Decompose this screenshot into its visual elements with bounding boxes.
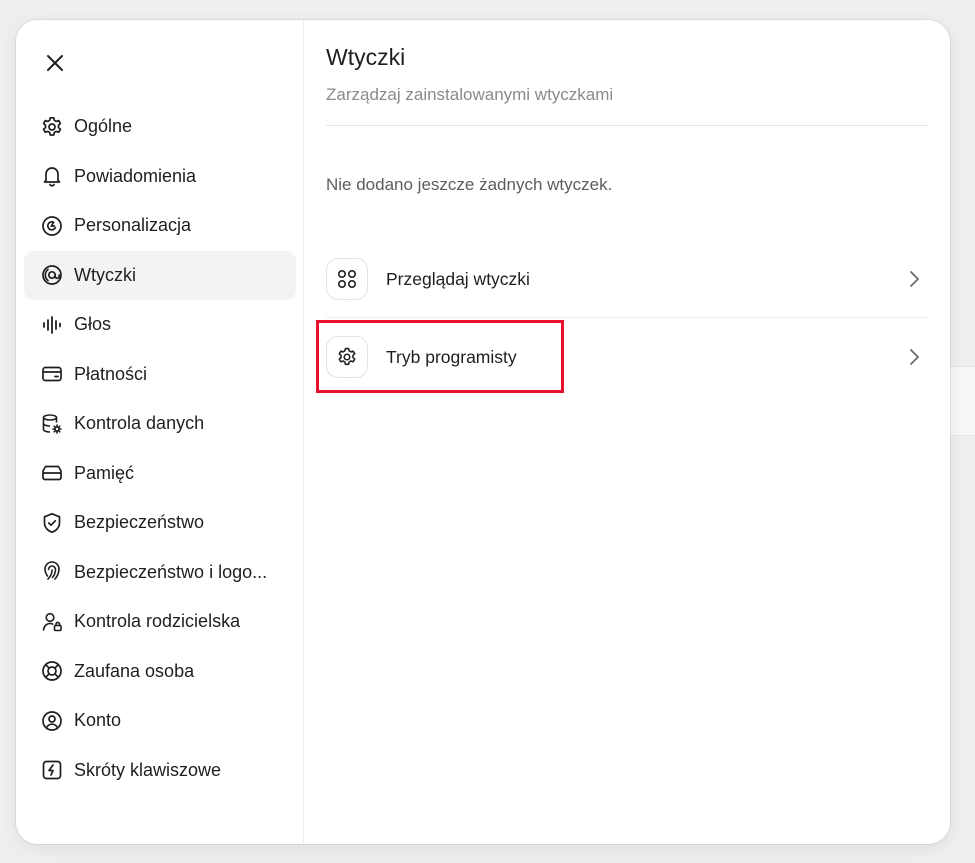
sidebar-item-label: Bezpieczeństwo <box>74 512 205 533</box>
gear-icon <box>326 336 368 378</box>
user-lock-icon <box>40 610 64 634</box>
sidebar-item-payments[interactable]: Płatności <box>24 350 296 400</box>
sidebar-item-voice[interactable]: Głos <box>24 300 296 350</box>
settings-nav: Ogólne Powiadomienia Personalizacja Wtyc… <box>24 102 296 795</box>
wallet-icon <box>40 362 64 386</box>
plugins-panel: Wtyczki Zarządzaj zainstalowanymi wtyczk… <box>326 20 928 844</box>
gear-icon <box>40 115 64 139</box>
sidebar-item-personalization[interactable]: Personalizacja <box>24 201 296 251</box>
sidebar-item-label: Kontrola danych <box>74 413 205 434</box>
voice-waveform-icon <box>40 313 64 337</box>
sidebar-item-label: Skróty klawiszowe <box>74 759 222 780</box>
lifebuoy-icon <box>40 659 64 683</box>
browse-plugins-label: Przeglądaj wtyczki <box>386 268 530 289</box>
settings-sidebar: Ogólne Powiadomienia Personalizacja Wtyc… <box>16 20 304 844</box>
sidebar-item-general[interactable]: Ogólne <box>24 102 296 152</box>
divider <box>326 125 928 126</box>
fingerprint-icon <box>40 560 64 584</box>
memory-icon <box>40 461 64 485</box>
divider <box>326 317 928 318</box>
sidebar-item-security-login[interactable]: Bezpieczeństwo i logo... <box>24 548 296 598</box>
sidebar-item-label: Powiadomienia <box>74 165 197 186</box>
shield-check-icon <box>40 511 64 535</box>
chevron-right-icon <box>904 269 924 289</box>
sidebar-item-label: Głos <box>74 314 112 335</box>
sidebar-item-account[interactable]: Konto <box>24 696 296 746</box>
sidebar-item-label: Bezpieczeństwo i logo... <box>74 561 268 582</box>
sidebar-item-memory[interactable]: Pamięć <box>24 449 296 499</box>
database-gear-icon <box>40 412 64 436</box>
background-panel <box>950 366 975 436</box>
sidebar-item-label: Konto <box>74 710 122 731</box>
sidebar-item-notifications[interactable]: Powiadomienia <box>24 152 296 202</box>
sidebar-item-plugins[interactable]: Wtyczki <box>24 250 296 300</box>
sidebar-item-data-controls[interactable]: Kontrola danych <box>24 399 296 449</box>
sidebar-item-label: Zaufana osoba <box>74 660 195 681</box>
developer-mode-label: Tryb programisty <box>386 346 517 367</box>
sidebar-item-parental-controls[interactable]: Kontrola rodzicielska <box>24 597 296 647</box>
bell-icon <box>40 164 64 188</box>
settings-dialog: Ogólne Powiadomienia Personalizacja Wtyc… <box>16 20 950 844</box>
sidebar-item-label: Personalizacja <box>74 215 192 236</box>
sidebar-item-security[interactable]: Bezpieczeństwo <box>24 498 296 548</box>
chevron-right-icon <box>904 347 924 367</box>
sidebar-item-label: Wtyczki <box>74 264 136 285</box>
empty-state-text: Nie dodano jeszcze żadnych wtyczek. <box>326 175 613 194</box>
sidebar-item-label: Ogólne <box>74 116 133 137</box>
page-title: Wtyczki <box>326 44 406 70</box>
page-subtitle: Zarządzaj zainstalowanymi wtyczkami <box>326 85 614 104</box>
close-icon <box>47 55 63 71</box>
sidebar-item-label: Płatności <box>74 363 148 384</box>
sidebar-item-label: Pamięć <box>74 462 135 483</box>
sidebar-item-trusted-person[interactable]: Zaufana osoba <box>24 647 296 697</box>
sidebar-item-label: Kontrola rodzicielska <box>74 611 241 632</box>
account-circle-icon <box>40 709 64 733</box>
close-button[interactable] <box>38 46 72 80</box>
keyboard-shortcut-icon <box>40 758 64 782</box>
grid-circles-icon <box>326 258 368 300</box>
developer-mode-row[interactable]: Tryb programisty <box>326 319 928 395</box>
sidebar-item-keyboard-shortcuts[interactable]: Skróty klawiszowe <box>24 746 296 796</box>
plugin-icon <box>40 263 64 287</box>
browse-plugins-row[interactable]: Przeglądaj wtyczki <box>326 241 928 317</box>
personalize-icon <box>40 214 64 238</box>
